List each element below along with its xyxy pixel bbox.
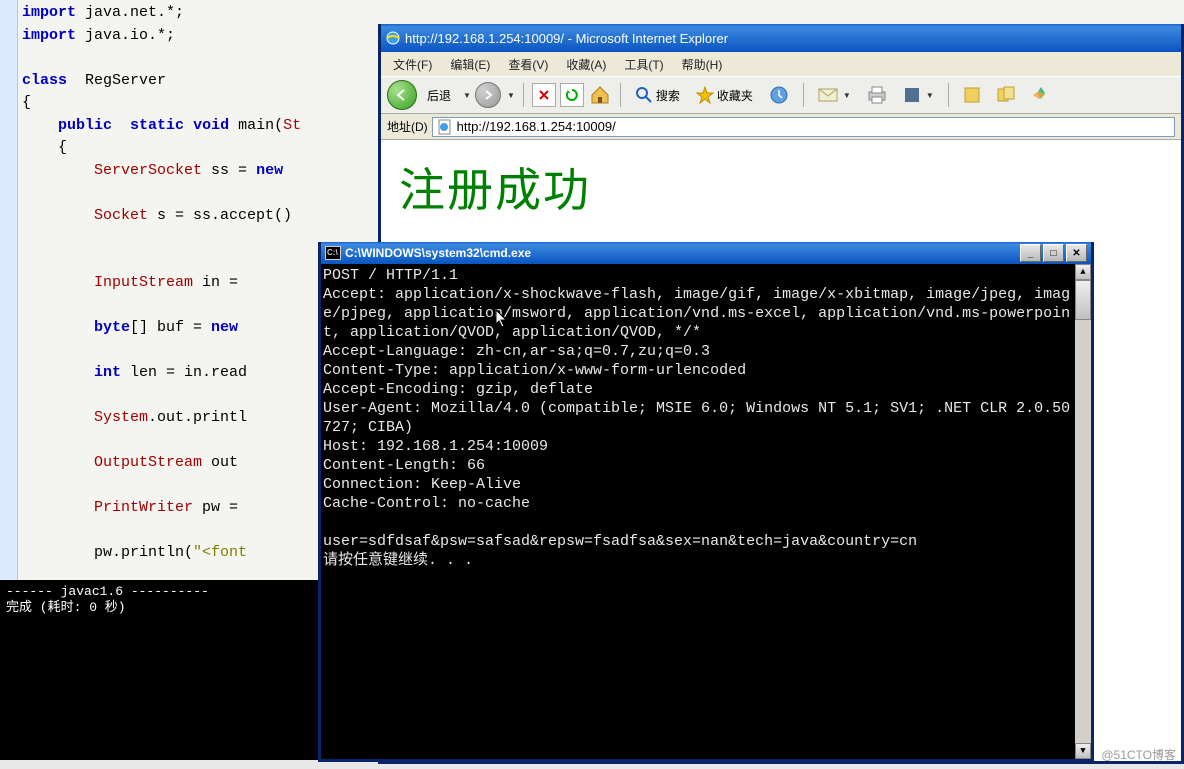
compile-line: ------ javac1.6 ---------- [6, 584, 209, 599]
favorites-button[interactable]: 收藏夹 [690, 82, 759, 108]
extra-button-2[interactable] [957, 82, 987, 108]
cmd-body: POST / HTTP/1.1 Accept: application/x-sh… [321, 264, 1091, 759]
scroll-thumb[interactable] [1075, 280, 1091, 320]
toolbar-separator [523, 83, 524, 107]
ie-titlebar[interactable]: http://192.168.1.254:10009/ - Microsoft … [381, 24, 1181, 52]
printer-icon [867, 86, 887, 104]
cmd-scrollbar[interactable]: ▲ ▼ [1075, 264, 1091, 759]
maximize-button[interactable]: □ [1043, 244, 1064, 262]
extra-button-1[interactable]: ▼ [897, 82, 940, 108]
cmd-output[interactable]: POST / HTTP/1.1 Accept: application/x-sh… [321, 264, 1075, 759]
ie-addressbar: 地址(D) http://192.168.1.254:10009/ [381, 114, 1181, 140]
scroll-track[interactable] [1075, 320, 1091, 743]
page-icon [437, 119, 453, 135]
close-button[interactable]: ✕ [1066, 244, 1087, 262]
cmd-icon: C:\ [325, 246, 341, 260]
cmd-title-text: C:\WINDOWS\system32\cmd.exe [345, 246, 531, 260]
menu-edit[interactable]: 编辑(E) [442, 54, 498, 75]
cmd-titlebar[interactable]: C:\ C:\WINDOWS\system32\cmd.exe _ □ ✕ [321, 242, 1091, 264]
search-label: 搜索 [656, 87, 680, 104]
watermark: @51CTO博客 [1101, 746, 1176, 763]
history-icon [769, 85, 789, 105]
ie-logo-icon [385, 30, 401, 46]
back-label[interactable]: 后退 [421, 83, 457, 108]
extra-button-4[interactable] [1025, 81, 1057, 109]
scroll-up-icon[interactable]: ▲ [1075, 264, 1091, 280]
menu-favorites[interactable]: 收藏(A) [558, 54, 614, 75]
menu-view[interactable]: 查看(V) [500, 54, 556, 75]
print-button[interactable] [861, 82, 893, 108]
editor-gutter [0, 0, 18, 580]
ie-menubar: 文件(F) 编辑(E) 查看(V) 收藏(A) 工具(T) 帮助(H) [381, 52, 1181, 76]
page-text: 注册成功 [399, 154, 1163, 220]
history-button[interactable] [763, 81, 795, 109]
address-label: 地址(D) [387, 118, 428, 135]
toolbar-separator [803, 83, 804, 107]
favorites-label: 收藏夹 [717, 87, 753, 104]
mail-icon [818, 87, 838, 103]
home-button[interactable] [588, 83, 612, 107]
star-icon [696, 86, 714, 104]
ie-toolbar: 后退 ▼ ▼ 搜索 收藏夹 ▼ [381, 76, 1181, 114]
cmd-window: C:\ C:\WINDOWS\system32\cmd.exe _ □ ✕ PO… [318, 242, 1094, 762]
stop-button[interactable] [532, 83, 556, 107]
search-button[interactable]: 搜索 [629, 82, 686, 108]
address-value: http://192.168.1.254:10009/ [457, 119, 616, 134]
scroll-down-icon[interactable]: ▼ [1075, 743, 1091, 759]
search-icon [635, 86, 653, 104]
window-controls: _ □ ✕ [1020, 244, 1087, 262]
mail-button[interactable]: ▼ [812, 83, 857, 107]
ie-title-text: http://192.168.1.254:10009/ - Microsoft … [405, 31, 728, 46]
compile-output: ------ javac1.6 ---------- 完成 (耗时: 0 秒) [0, 580, 320, 760]
menu-file[interactable]: 文件(F) [385, 54, 440, 75]
compile-line: 完成 (耗时: 0 秒) [6, 600, 126, 615]
refresh-button[interactable] [560, 83, 584, 107]
menu-help[interactable]: 帮助(H) [674, 54, 731, 75]
menu-tools[interactable]: 工具(T) [616, 54, 671, 75]
toolbar-separator [620, 83, 621, 107]
extra-button-3[interactable] [991, 82, 1021, 108]
forward-button[interactable] [475, 82, 501, 108]
back-button[interactable] [387, 80, 417, 110]
address-input[interactable]: http://192.168.1.254:10009/ [432, 117, 1175, 137]
toolbar-separator [948, 83, 949, 107]
forward-dropdown-icon[interactable]: ▼ [507, 91, 515, 100]
minimize-button[interactable]: _ [1020, 244, 1041, 262]
back-dropdown-icon[interactable]: ▼ [463, 91, 471, 100]
